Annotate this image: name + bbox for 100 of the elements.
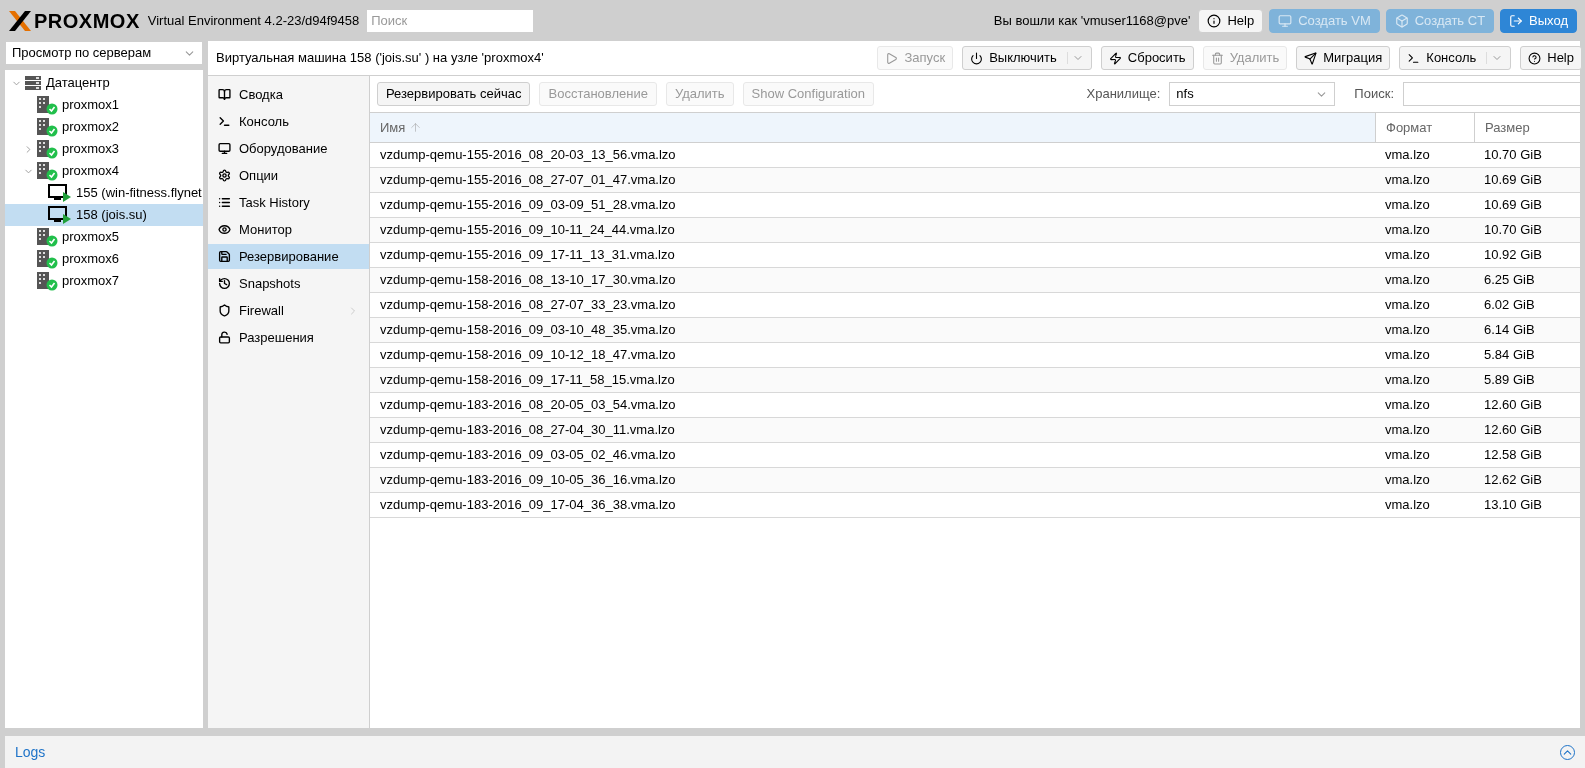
toolbar-button[interactable]: Выключить bbox=[962, 46, 1092, 70]
table-cell-text: vzdump-qemu-155-2016_09_17-11_13_31.vma.lzo bbox=[379, 246, 676, 265]
table-cell-text: vzdump-qemu-158-2016_09_17-11_58_15.vma.lzo bbox=[379, 371, 676, 390]
table-cell-text: vma.lzo bbox=[1384, 321, 1431, 340]
server-ok-icon bbox=[36, 139, 58, 159]
tree-item[interactable]: proxmox7 bbox=[5, 270, 203, 292]
table-cell-text: vma.lzo bbox=[1384, 446, 1431, 465]
table-cell-text: 5.89 GiB bbox=[1483, 371, 1536, 390]
list-icon bbox=[218, 196, 231, 209]
nav-item[interactable]: Разрешения bbox=[208, 325, 369, 350]
monitor-icon bbox=[1278, 13, 1293, 28]
nav-item[interactable]: Резервирование bbox=[208, 244, 369, 269]
table-cell-text: vma.lzo bbox=[1384, 221, 1431, 240]
nav-item[interactable]: Snapshots bbox=[208, 271, 369, 296]
nav-item[interactable]: Консоль bbox=[208, 109, 369, 134]
table-cell-text: 12.60 GiB bbox=[1483, 421, 1543, 440]
tree-item[interactable]: 155 (win-fitness.flynet bbox=[5, 182, 203, 204]
sort-ascending-icon bbox=[409, 121, 423, 134]
version-text: Virtual Environment 4.2-23/d94f9458 bbox=[147, 11, 360, 30]
running-vm-icon bbox=[48, 206, 72, 224]
nav-item[interactable]: Опции bbox=[208, 163, 369, 188]
table-cell-text: 10.69 GiB bbox=[1483, 196, 1543, 215]
eye-icon bbox=[218, 223, 231, 236]
table-cell-text: vzdump-qemu-183-2016_09_03-05_02_46.vma.lzo bbox=[379, 446, 677, 465]
logged-in-text: Вы вошли как 'vmuser1168@pve' bbox=[993, 11, 1191, 30]
table-cell-text: vzdump-qemu-155-2016_08_27-07_01_47.vma.lzo bbox=[379, 171, 677, 190]
panel-title: Виртуальная машина 158 ('jois.su' ) на узле 'proxmox4' bbox=[216, 49, 544, 68]
server-ok-icon bbox=[36, 249, 58, 269]
tree-item[interactable]: proxmox6 bbox=[5, 248, 203, 270]
tree-item[interactable]: proxmox1 bbox=[5, 94, 203, 116]
monitor-icon bbox=[218, 142, 231, 155]
storage-select[interactable]: nfs bbox=[1169, 82, 1336, 106]
shield-icon bbox=[218, 304, 231, 317]
terminal-icon bbox=[1407, 51, 1421, 65]
nav-item[interactable]: Сводка bbox=[208, 82, 369, 107]
storage-label: Хранилище: bbox=[1086, 85, 1161, 104]
server-ok-icon bbox=[36, 117, 58, 137]
tree-item[interactable]: proxmox2 bbox=[5, 116, 203, 138]
toolbar-button[interactable]: Help bbox=[1520, 46, 1582, 70]
table-cell-text: vma.lzo bbox=[1384, 371, 1431, 390]
help-button[interactable]: Help bbox=[1198, 8, 1264, 33]
nav-item[interactable]: Оборудование bbox=[208, 136, 369, 161]
table-cell-text: vma.lzo bbox=[1384, 421, 1431, 440]
table-cell-text: vma.lzo bbox=[1384, 496, 1431, 515]
table-cell-text: vma.lzo bbox=[1384, 271, 1431, 290]
history-icon bbox=[218, 277, 231, 290]
tree-item[interactable]: 158 (jois.su) bbox=[5, 204, 203, 226]
server-ok-icon bbox=[36, 95, 58, 115]
table-cell-text: vma.lzo bbox=[1384, 246, 1431, 265]
tree-item[interactable]: proxmox4 bbox=[5, 160, 203, 182]
table-cell-text: vma.lzo bbox=[1384, 396, 1431, 415]
nav-item[interactable]: Монитор bbox=[208, 217, 369, 242]
table-cell-text: vma.lzo bbox=[1384, 346, 1431, 365]
table-cell-text: 6.14 GiB bbox=[1483, 321, 1536, 340]
help-icon bbox=[1528, 51, 1542, 65]
table-cell-text: vma.lzo bbox=[1384, 146, 1431, 165]
nav-item[interactable]: Firewall bbox=[208, 298, 369, 323]
logs-title[interactable]: Logs bbox=[15, 741, 46, 763]
gear-icon bbox=[218, 169, 231, 182]
table-cell-text: vzdump-qemu-158-2016_08_13-10_17_30.vma.lzo bbox=[379, 271, 677, 290]
logo: PROXMOX bbox=[8, 5, 140, 36]
book-icon bbox=[218, 88, 231, 101]
table-cell-text: 10.70 GiB bbox=[1483, 221, 1543, 240]
tree-item[interactable]: proxmox3 bbox=[5, 138, 203, 160]
search-field[interactable]: Поиск bbox=[367, 9, 534, 32]
toolbar-button[interactable]: Сбросить bbox=[1100, 46, 1194, 70]
table-cell-text: 10.69 GiB bbox=[1483, 171, 1543, 190]
column-header[interactable]: Имя bbox=[370, 113, 1375, 142]
view-select[interactable]: Просмотр по серверам bbox=[5, 41, 203, 65]
table-cell-text: vzdump-qemu-183-2016_09_17-04_36_38.vma.lzo bbox=[379, 496, 677, 515]
table-cell-text: vzdump-qemu-183-2016_08_20-05_03_54.vma.lzo bbox=[379, 396, 677, 415]
table-cell-text: 12.62 GiB bbox=[1483, 471, 1543, 490]
table-cell-text: vzdump-qemu-155-2016_09_03-09_51_28.vma.lzo bbox=[379, 196, 677, 215]
table-cell-text: vma.lzo bbox=[1384, 196, 1431, 215]
table-cell-text: vzdump-qemu-155-2016_09_10-11_24_44.vma.lzo bbox=[379, 221, 676, 240]
table-cell-text: vzdump-qemu-158-2016_09_03-10_48_35.vma.lzo bbox=[379, 321, 677, 340]
toolbar-button[interactable]: Миграция bbox=[1296, 46, 1391, 70]
cube-icon bbox=[1394, 13, 1409, 28]
table-cell-text: 5.84 GiB bbox=[1483, 346, 1536, 365]
info-icon bbox=[1207, 13, 1222, 28]
logout-icon bbox=[1509, 13, 1524, 28]
x-logo-icon bbox=[8, 9, 32, 32]
logout-button[interactable]: Выход bbox=[1500, 8, 1577, 33]
table-cell-text: vma.lzo bbox=[1384, 296, 1431, 315]
server-ok-icon bbox=[36, 227, 58, 247]
table-cell-text: vma.lzo bbox=[1384, 171, 1431, 190]
tree-item[interactable]: Датацентр bbox=[5, 72, 203, 94]
trash-icon bbox=[1210, 51, 1224, 65]
table-cell-text: 10.92 GiB bbox=[1483, 246, 1543, 265]
tree-item[interactable]: proxmox5 bbox=[5, 226, 203, 248]
terminal-icon bbox=[218, 115, 231, 128]
table-cell-text: 12.58 GiB bbox=[1483, 446, 1543, 465]
toolbar-button[interactable]: Консоль bbox=[1399, 46, 1512, 70]
server-ok-icon bbox=[36, 271, 58, 291]
search-label: Поиск: bbox=[1354, 85, 1394, 104]
table-cell-text: vzdump-qemu-183-2016_08_27-04_30_11.vma.lzo bbox=[379, 421, 676, 440]
backup-action-button[interactable]: Резервировать сейчас bbox=[377, 82, 531, 106]
nav-item[interactable]: Task History bbox=[208, 190, 369, 215]
table-cell-text: vzdump-qemu-155-2016_08_20-03_13_56.vma.lzo bbox=[379, 146, 677, 165]
table-cell-text: vma.lzo bbox=[1384, 471, 1431, 490]
